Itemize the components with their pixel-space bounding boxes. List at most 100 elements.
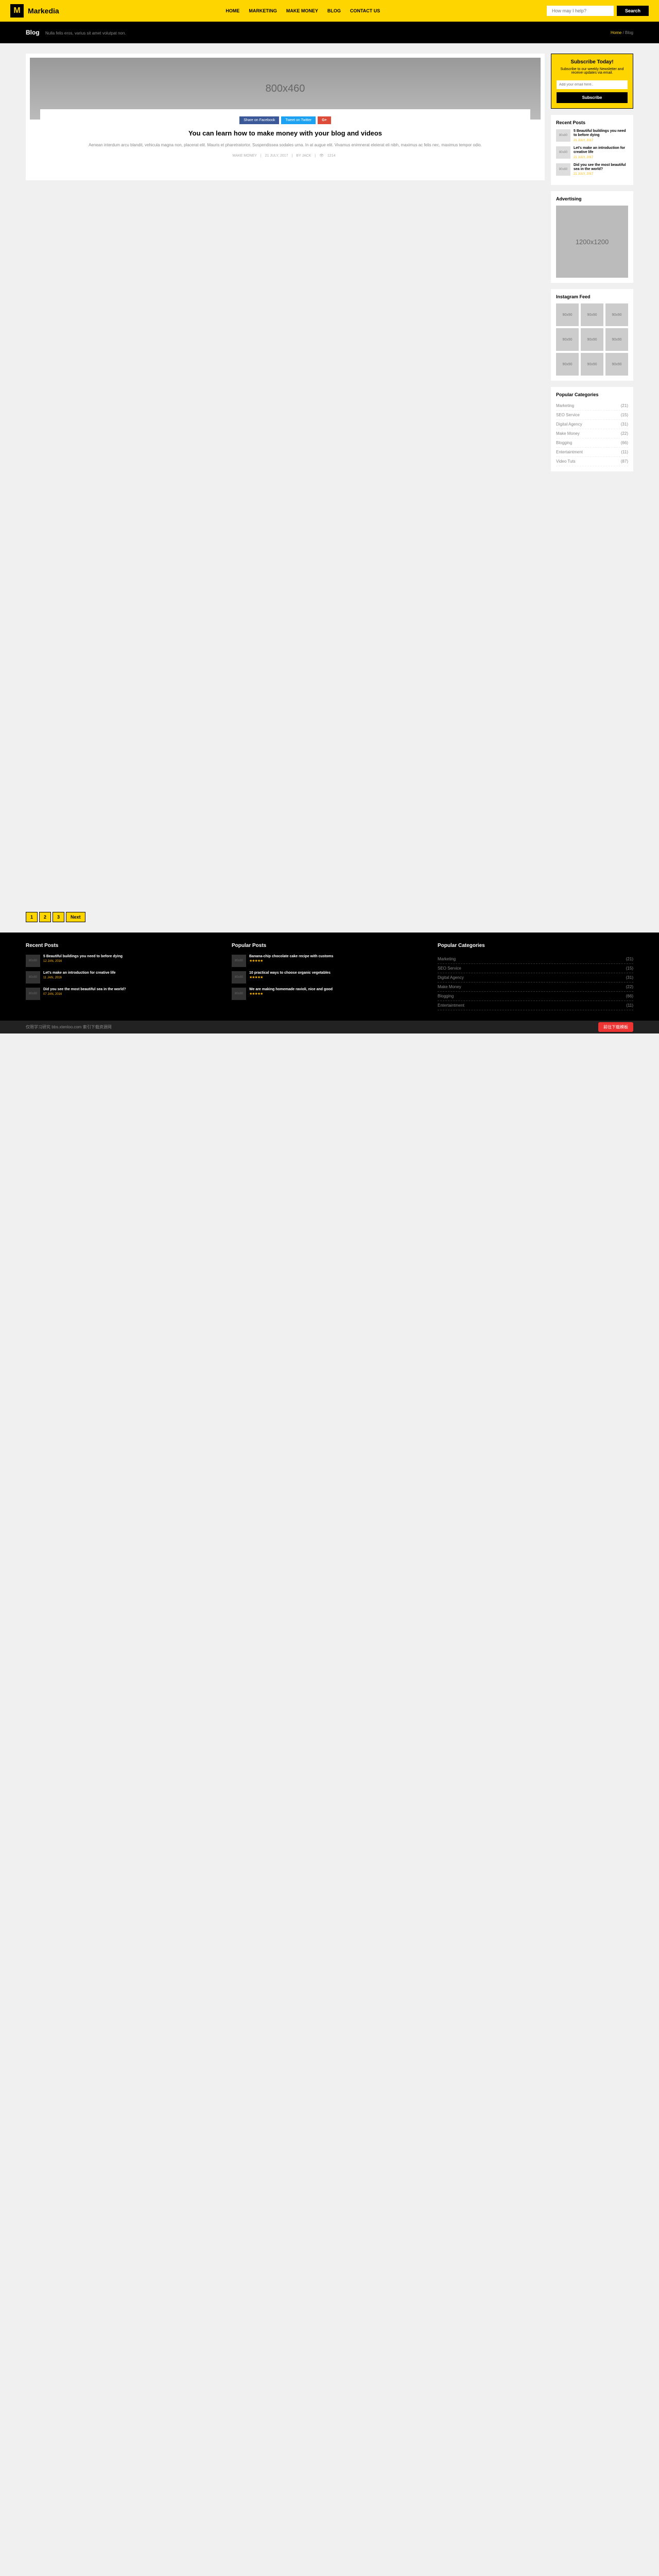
instagram-thumb[interactable]: 90x90 — [556, 328, 579, 351]
mini-post[interactable]: 80x80 5 Beautiful buildings you need to … — [26, 955, 221, 967]
mini-post[interactable]: 80x80 5 Beautiful buildings you need to … — [556, 129, 628, 142]
mini-post-title: 10 practical ways to choose organic vege… — [249, 971, 331, 975]
page-title-bar: Blog Nulla felis eros, varius sit amet v… — [0, 22, 659, 43]
category-item[interactable]: Make Money(22) — [438, 982, 633, 992]
logo-icon: M — [10, 4, 24, 18]
mini-post-date: 21 JULY, 2017 — [574, 156, 628, 159]
mini-post-title: Did you see the most beautiful sea in th… — [574, 163, 628, 172]
mini-post-title: Did you see the most beautiful sea in th… — [43, 988, 126, 992]
thumb-icon: 80x80 — [556, 129, 570, 142]
widget-title: Popular Categories — [556, 392, 628, 397]
crumb-home[interactable]: Home — [611, 30, 621, 35]
crumb-current: Blog — [625, 30, 633, 35]
star-rating-icon: ★★★★★ — [249, 992, 333, 996]
page-2[interactable]: 2 — [39, 912, 51, 922]
recent-posts-widget: Recent Posts 80x80 5 Beautiful buildings… — [551, 115, 633, 185]
share-facebook[interactable]: Share on Facebook — [239, 116, 279, 124]
nav-contact[interactable]: CONTACT US — [350, 8, 380, 13]
category-item[interactable]: SEO Service(15) — [438, 964, 633, 973]
nav-home[interactable]: HOME — [226, 8, 239, 13]
thumb-icon: 80x80 — [232, 971, 246, 984]
thumb-icon: 80x80 — [26, 971, 40, 984]
mini-post-date: 12 JAN, 2016 — [43, 960, 123, 963]
mini-post[interactable]: 80x80 We are making homemade ravioli, ni… — [232, 988, 427, 1000]
instagram-thumb[interactable]: 90x90 — [581, 353, 603, 376]
widget-title: Advertising — [556, 196, 628, 201]
post-title[interactable]: You can learn how to make money with you… — [47, 129, 523, 138]
thumb-icon: 80x80 — [556, 146, 570, 159]
mini-post[interactable]: 80x80 Did you see the most beautiful sea… — [556, 163, 628, 176]
download-button[interactable]: 前往下载模板 — [598, 1022, 633, 1032]
footer-popular: Popular Posts 80x80 Banana-chip chocolat… — [232, 943, 427, 1010]
meta-author[interactable]: BY JACK — [293, 154, 314, 158]
nav-blog[interactable]: BLOG — [327, 8, 341, 13]
mini-post-title: 5 Beautiful buildings you need to before… — [574, 129, 628, 138]
mini-post[interactable]: 80x80 Banana-chip chocolate cake recipe … — [232, 955, 427, 967]
instagram-thumb[interactable]: 90x90 — [605, 353, 628, 376]
instagram-thumb[interactable]: 90x90 — [605, 328, 628, 351]
instagram-thumb[interactable]: 90x90 — [556, 353, 579, 376]
logo[interactable]: M Markedia — [10, 4, 59, 18]
page-next[interactable]: Next — [66, 912, 85, 922]
main-nav: HOME MARKETING MAKE MONEY BLOG CONTACT U… — [226, 8, 380, 13]
main-content: 800x460 Share on Facebook Tweet on Twitt… — [26, 54, 545, 922]
category-item[interactable]: Marketing(21) — [438, 955, 633, 964]
subscribe-button[interactable]: Subscribe — [557, 92, 628, 103]
category-item[interactable]: Make Money(22) — [556, 429, 628, 438]
instagram-thumb[interactable]: 90x90 — [605, 303, 628, 326]
footer-col-title: Recent Posts — [26, 943, 221, 948]
search-button[interactable]: Search — [617, 6, 649, 16]
page-3[interactable]: 3 — [53, 912, 64, 922]
share-twitter[interactable]: Tweet on Twitter — [281, 116, 316, 124]
watermark-bar: 仅限学习研究 bbs.xtenloo.com 索引下载资源网 前往下载模板 — [0, 1021, 659, 1033]
post-meta: MAKE MONEY | 21 JULY, 2017 | BY JACK | 👁… — [47, 154, 523, 158]
breadcrumb: Home / Blog — [611, 30, 633, 35]
mini-post-date: 21 JULY, 2017 — [574, 173, 628, 176]
page-subtitle: Nulla felis eros, varius sit amet volutp… — [45, 31, 126, 36]
category-item[interactable]: Entertaintment(11) — [556, 448, 628, 457]
mini-post-title: 5 Beautiful buildings you need to before… — [43, 955, 123, 959]
footer-categories: Popular Categories Marketing(21)SEO Serv… — [438, 943, 633, 1010]
category-item[interactable]: SEO Service(15) — [556, 411, 628, 420]
mini-post-title: Let's make an introduction for creative … — [43, 971, 116, 975]
category-item[interactable]: Entertaintment(11) — [438, 1001, 633, 1010]
thumb-icon: 80x80 — [232, 955, 246, 967]
category-item[interactable]: Video Tuts(87) — [556, 457, 628, 466]
category-item[interactable]: Blogging(66) — [438, 992, 633, 1001]
mini-post[interactable]: 80x80 Did you see the most beautiful sea… — [26, 988, 221, 1000]
mini-post-title: Let's make an introduction for creative … — [574, 146, 628, 155]
widget-title: Instagram Feed — [556, 294, 628, 299]
footer-col-title: Popular Posts — [232, 943, 427, 948]
top-header: M Markedia HOME MARKETING MAKE MONEY BLO… — [0, 0, 659, 22]
subscribe-input[interactable] — [557, 80, 628, 89]
logo-text: Markedia — [28, 7, 59, 15]
page-title: Blog — [26, 29, 40, 36]
meta-category[interactable]: MAKE MONEY — [230, 154, 259, 158]
nav-marketing[interactable]: MARKETING — [249, 8, 277, 13]
mini-post-title: Banana-chip chocolate cake recipe with c… — [249, 955, 333, 959]
star-rating-icon: ★★★★★ — [249, 975, 331, 979]
nav-make-money[interactable]: MAKE MONEY — [286, 8, 318, 13]
categories-widget: Popular Categories Marketing(21)SEO Serv… — [551, 387, 633, 471]
category-item[interactable]: Blogging(66) — [556, 438, 628, 448]
ad-image[interactable]: 1200x1200 — [556, 206, 628, 278]
category-item[interactable]: Marketing(21) — [556, 401, 628, 411]
mini-post-title: We are making homemade ravioli, nice and… — [249, 988, 333, 992]
instagram-widget: Instagram Feed 90x9090x9090x9090x9090x90… — [551, 289, 633, 381]
sidebar: Subscribe Today! Subscribe to our weekly… — [551, 54, 633, 478]
pagination: 1 2 3 Next — [26, 912, 545, 922]
category-item[interactable]: Digital Agency(31) — [556, 420, 628, 429]
search-input[interactable] — [547, 6, 614, 16]
post-excerpt: Aenean interdum arcu blandit, vehicula m… — [47, 142, 523, 148]
share-google-plus[interactable]: G+ — [318, 116, 331, 124]
mini-post[interactable]: 80x80 10 practical ways to choose organi… — [232, 971, 427, 984]
page-1[interactable]: 1 — [26, 912, 38, 922]
subscribe-text: Subscribe to our weekly Newsletter and r… — [557, 67, 628, 75]
instagram-thumb[interactable]: 90x90 — [581, 328, 603, 351]
category-item[interactable]: Digital Agency(31) — [438, 973, 633, 982]
footer-col-title: Popular Categories — [438, 943, 633, 948]
instagram-thumb[interactable]: 90x90 — [556, 303, 579, 326]
instagram-thumb[interactable]: 90x90 — [581, 303, 603, 326]
mini-post[interactable]: 80x80 Let's make an introduction for cre… — [556, 146, 628, 159]
mini-post[interactable]: 80x80 Let's make an introduction for cre… — [26, 971, 221, 984]
